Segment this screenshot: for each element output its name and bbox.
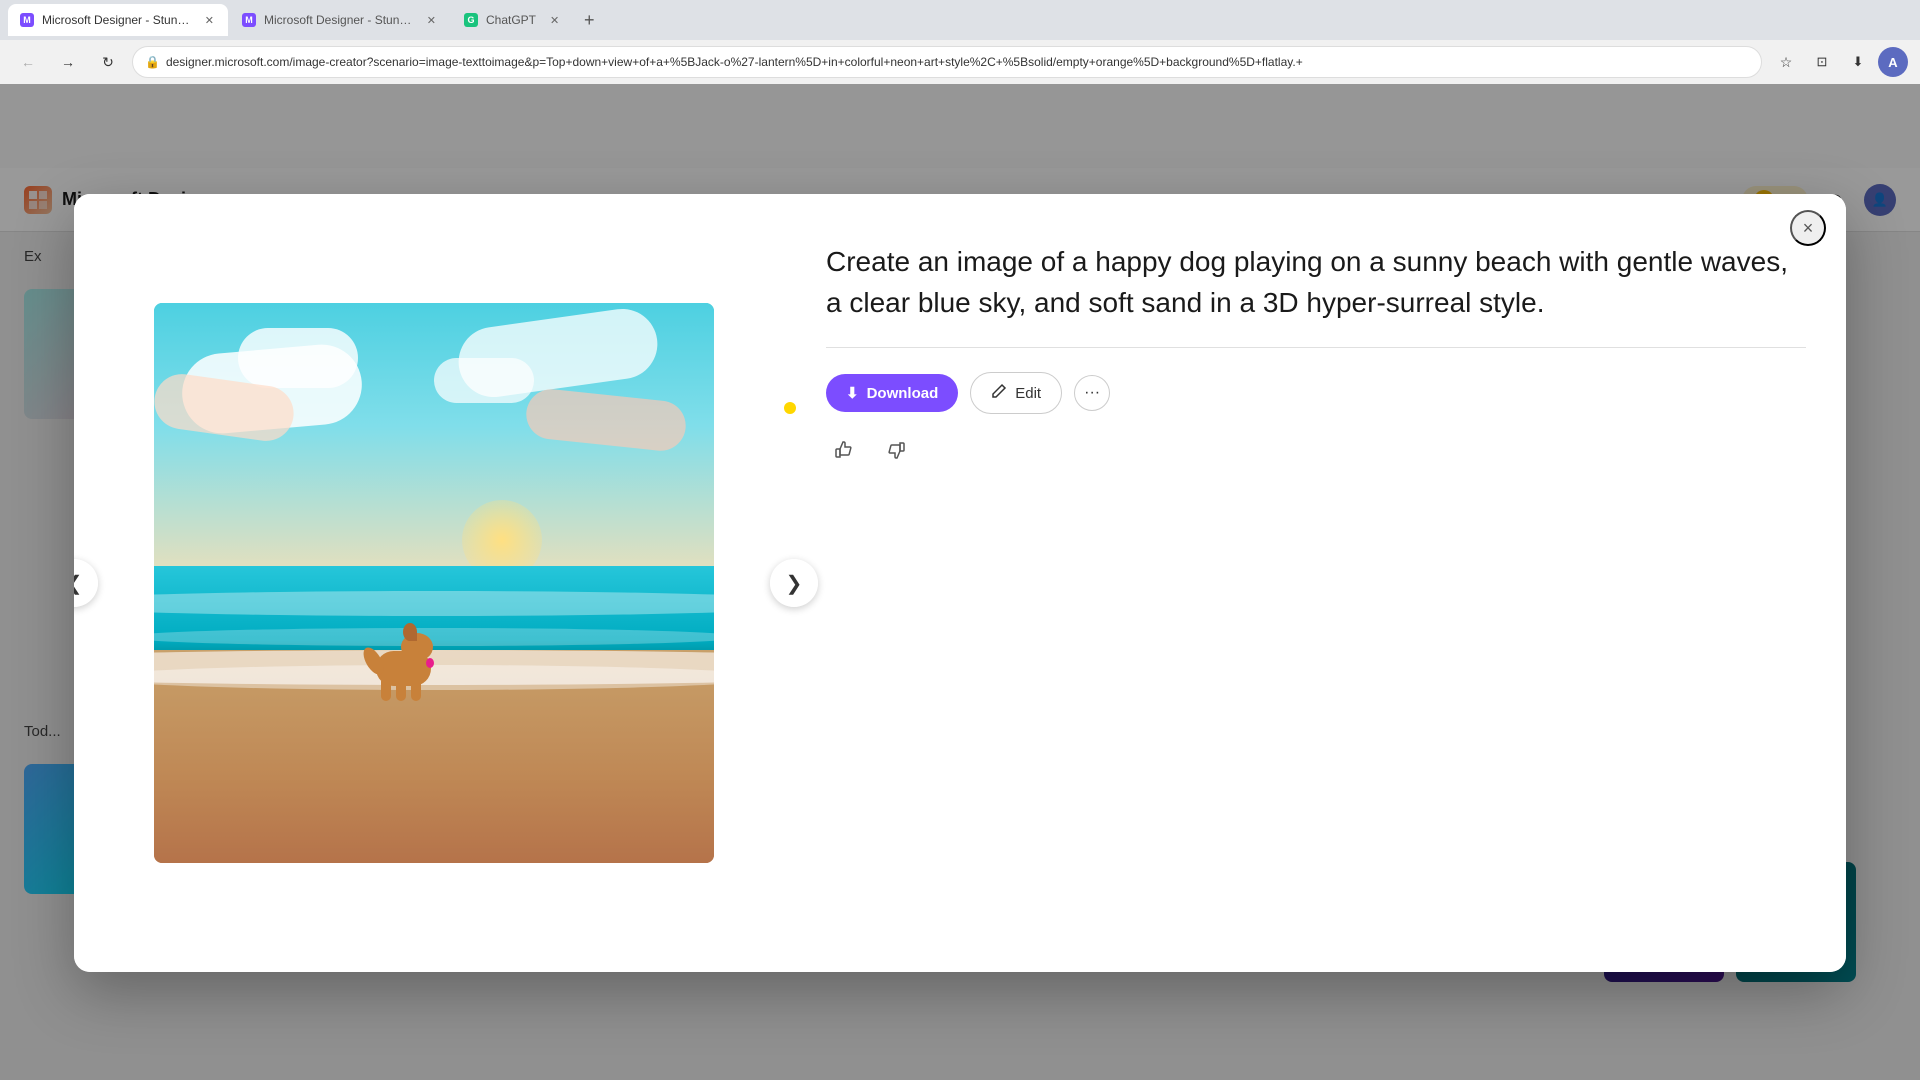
thumbs-up-icon bbox=[834, 440, 854, 465]
more-icon: ··· bbox=[1084, 384, 1100, 402]
dog-ear bbox=[403, 623, 417, 641]
refresh-icon: ↻ bbox=[102, 54, 114, 71]
modal-prompt-text: Create an image of a happy dog playing o… bbox=[826, 242, 1806, 323]
modal-content-area: Create an image of a happy dog playing o… bbox=[794, 194, 1846, 972]
back-icon: ← bbox=[21, 54, 35, 70]
address-bar[interactable]: 🔒 designer.microsoft.com/image-creator?s… bbox=[132, 46, 1762, 78]
dog-figure bbox=[361, 626, 451, 706]
tab-2-close[interactable]: ✕ bbox=[425, 12, 438, 29]
url-text: designer.microsoft.com/image-creator?sce… bbox=[166, 55, 1303, 69]
dog-leg-3 bbox=[411, 681, 421, 701]
beach-scene bbox=[154, 303, 714, 863]
modal-actions: ⬇ Download Edit ··· bbox=[826, 372, 1806, 414]
download-browser-button[interactable]: ⬇ bbox=[1842, 46, 1874, 78]
download-button[interactable]: ⬇ Download bbox=[826, 374, 958, 412]
modal-overlay: × ❮ bbox=[0, 84, 1920, 1080]
modal-image bbox=[154, 303, 714, 863]
tab-1[interactable]: M Microsoft Designer - Stunning ✕ bbox=[8, 4, 228, 36]
more-options-button[interactable]: ··· bbox=[1074, 375, 1110, 411]
tab-1-close[interactable]: ✕ bbox=[203, 12, 216, 29]
dog-tongue bbox=[426, 658, 434, 668]
wave-1 bbox=[154, 591, 714, 616]
next-arrow-icon: ❯ bbox=[786, 571, 803, 596]
modal-image-area: ❮ bbox=[74, 194, 794, 972]
thumbs-up-button[interactable] bbox=[826, 434, 862, 470]
image-detail-modal: × ❮ bbox=[74, 194, 1846, 972]
tab-3[interactable]: G ChatGPT ✕ bbox=[452, 4, 573, 36]
sky-layer bbox=[154, 303, 714, 611]
forward-icon: → bbox=[61, 54, 75, 70]
download-browser-icon: ⬇ bbox=[1853, 54, 1864, 70]
screenshot-icon: ⊡ bbox=[1817, 54, 1828, 70]
tab-3-close[interactable]: ✕ bbox=[548, 12, 561, 29]
star-button[interactable]: ☆ bbox=[1770, 46, 1802, 78]
tab-3-label: ChatGPT bbox=[486, 13, 536, 27]
edit-icon bbox=[991, 383, 1007, 403]
prev-arrow-icon: ❮ bbox=[74, 571, 82, 596]
forward-button[interactable]: → bbox=[52, 46, 84, 78]
modal-divider bbox=[826, 347, 1806, 348]
browser-actions: ☆ ⊡ ⬇ A bbox=[1770, 46, 1908, 78]
url-lock-icon: 🔒 bbox=[145, 55, 160, 69]
modal-close-button[interactable]: × bbox=[1790, 210, 1826, 246]
star-icon: ☆ bbox=[1780, 54, 1793, 71]
thumbs-down-button[interactable] bbox=[878, 434, 914, 470]
account-button[interactable]: A bbox=[1878, 47, 1908, 77]
close-icon: × bbox=[1803, 218, 1814, 239]
cloud-2 bbox=[238, 328, 358, 388]
dog-leg-2 bbox=[396, 681, 406, 701]
thumbs-down-icon bbox=[886, 440, 906, 465]
download-label: Download bbox=[867, 385, 939, 402]
cloud-6 bbox=[434, 358, 534, 403]
tab-1-label: Microsoft Designer - Stunning bbox=[42, 13, 191, 27]
modal-feedback bbox=[826, 434, 1806, 470]
screenshot-button[interactable]: ⊡ bbox=[1806, 46, 1838, 78]
new-tab-button[interactable]: + bbox=[575, 6, 603, 34]
account-icon: A bbox=[1888, 55, 1897, 70]
tab-bar: M Microsoft Designer - Stunning ✕ M Micr… bbox=[0, 0, 1920, 40]
refresh-button[interactable]: ↻ bbox=[92, 46, 124, 78]
tab-2[interactable]: M Microsoft Designer - Stunning ✕ bbox=[230, 4, 450, 36]
prev-image-button[interactable]: ❮ bbox=[74, 559, 98, 607]
edit-label: Edit bbox=[1015, 385, 1041, 402]
back-button[interactable]: ← bbox=[12, 46, 44, 78]
cloud-5 bbox=[524, 387, 688, 453]
tab-2-label: Microsoft Designer - Stunning bbox=[264, 13, 413, 27]
browser-chrome: M Microsoft Designer - Stunning ✕ M Micr… bbox=[0, 0, 1920, 84]
next-image-button[interactable]: ❯ bbox=[770, 559, 818, 607]
download-icon: ⬇ bbox=[846, 384, 859, 402]
dog-leg-1 bbox=[381, 681, 391, 701]
edit-button[interactable]: Edit bbox=[970, 372, 1062, 414]
address-bar-row: ← → ↻ 🔒 designer.microsoft.com/image-cre… bbox=[0, 40, 1920, 84]
